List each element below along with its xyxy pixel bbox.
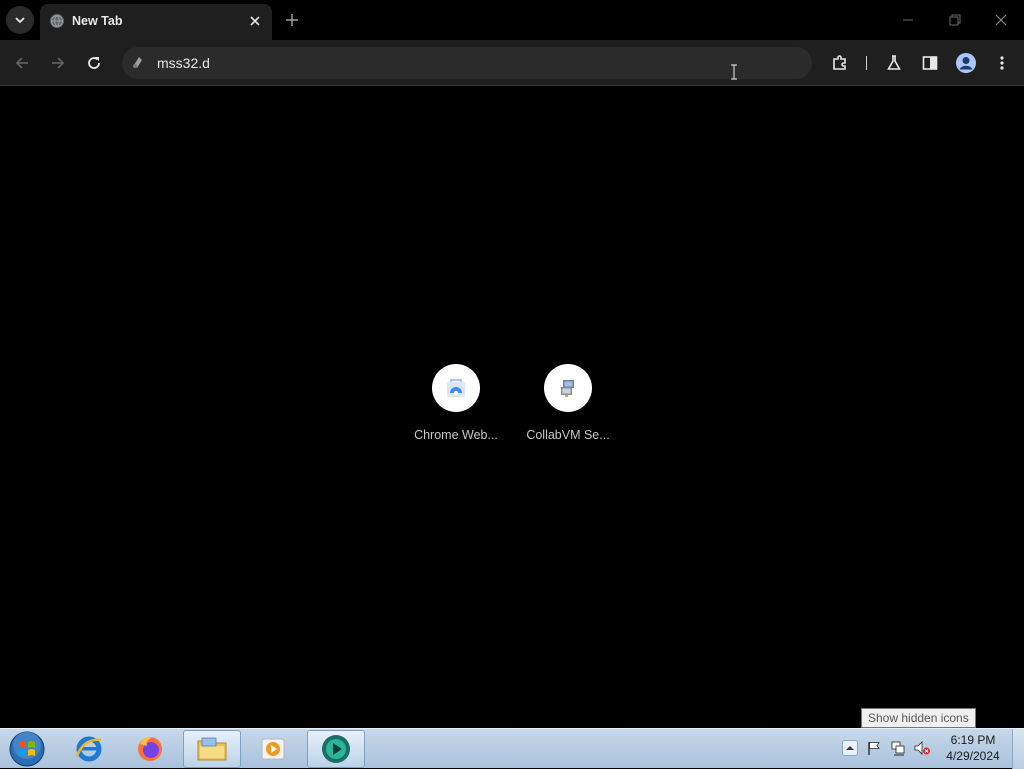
address-bar[interactable]: mss32.d [122,47,812,79]
arrow-left-icon [15,57,28,69]
firefox-icon [138,736,162,761]
side-panel-button[interactable] [916,49,944,77]
avatar-icon [956,53,976,73]
taskbar-chrome-app[interactable] [307,730,365,768]
close-window-button[interactable] [987,6,1015,34]
shortcut-label: Chrome Web... [414,428,498,442]
internet-explorer-icon [75,736,102,762]
menu-button[interactable] [988,49,1016,77]
volume-muted-icon [914,741,930,755]
flask-icon [887,55,901,70]
extensions-button[interactable] [826,49,854,77]
tab-close-button[interactable] [246,12,264,30]
toolbar-separator [866,56,867,70]
chevron-up-icon [842,740,858,756]
windows-explorer-icon [197,737,227,761]
windows-logo-icon [9,731,45,767]
new-tab-button[interactable] [281,9,303,31]
reload-icon [88,57,100,69]
labs-button[interactable] [880,49,908,77]
taskbar-clock[interactable]: 6:19 PM 4/29/2024 [938,732,1008,764]
tab-title: New Tab [72,14,123,28]
reload-button[interactable] [80,49,108,77]
address-input-value: mss32.d [157,55,210,71]
action-center-tray[interactable] [865,739,883,757]
clock-time: 6:19 PM [950,733,996,747]
back-button[interactable] [8,49,36,77]
chevron-down-icon [15,17,25,24]
globe-icon [50,14,64,28]
close-icon [250,16,260,26]
shortcut-label: CollabVM Se... [526,428,610,442]
minimize-button[interactable] [894,6,922,34]
shortcut-chrome-web-store[interactable]: Chrome Web... [406,364,506,448]
tab-search-button[interactable] [6,6,34,34]
shortcut-tile [432,364,480,412]
tab-new-tab[interactable]: New Tab [40,4,272,40]
chrome-app-icon [322,735,350,763]
collabvm-icon [561,380,574,397]
restore-icon [949,14,961,26]
puzzle-icon [833,55,846,70]
taskbar-media-player[interactable] [244,730,302,768]
clock-date: 4/29/2024 [946,749,1000,763]
side-panel-icon [922,56,938,70]
shortcut-collabvm[interactable]: CollabVM Se... [518,364,618,448]
minimize-icon [903,19,913,21]
media-player-icon [261,738,285,760]
forward-button[interactable] [44,49,72,77]
text-cursor-icon [731,64,737,80]
show-hidden-icons-button[interactable] [841,739,859,757]
arrow-right-icon [52,57,65,69]
flag-icon [868,742,880,755]
plus-icon [286,14,298,26]
search-engine-icon [133,57,142,68]
start-button[interactable] [6,730,48,768]
tab-strip: New Tab [0,0,1024,40]
network-icon [891,741,905,756]
shortcut-tile [544,364,592,412]
show-hidden-icons-tooltip: Show hidden icons [861,708,976,728]
restore-button[interactable] [941,6,969,34]
show-desktop-button[interactable] [1012,729,1024,769]
chrome-web-store-icon [447,379,465,397]
taskbar-windows-explorer[interactable] [183,730,241,768]
close-icon [995,14,1007,26]
taskbar: 6:19 PM 4/29/2024 [0,728,1024,769]
volume-tray[interactable] [913,739,931,757]
network-tray[interactable] [889,739,907,757]
kebab-menu-icon [1000,56,1004,70]
taskbar-internet-explorer[interactable] [60,730,118,768]
browser-toolbar: mss32.d [0,40,1024,86]
taskbar-firefox[interactable] [121,730,179,768]
profile-button[interactable] [952,49,980,77]
